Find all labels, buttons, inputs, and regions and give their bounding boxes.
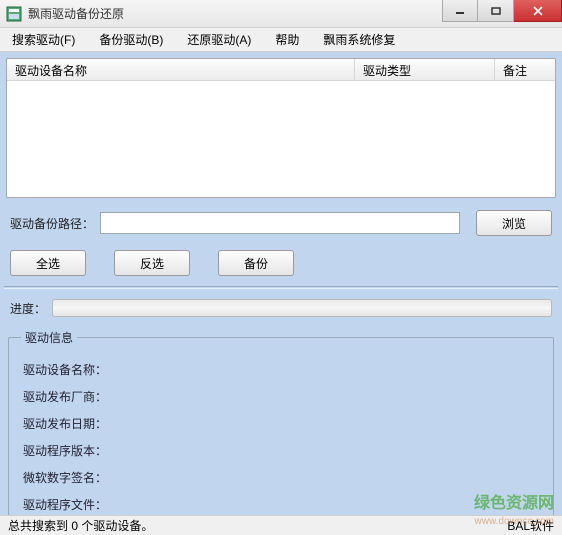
backup-button[interactable]: 备份 — [218, 250, 294, 276]
client-area: 驱动设备名称 驱动类型 备注 驱动备份路径： 浏览 全选 反选 备份 进度： 驱… — [0, 52, 562, 515]
progress-bar — [52, 299, 552, 317]
info-vendor: 驱动发布厂商： — [21, 383, 541, 410]
browse-button[interactable]: 浏览 — [476, 210, 552, 236]
close-icon — [532, 6, 544, 16]
list-body[interactable] — [7, 81, 555, 197]
progress-row: 进度： — [6, 295, 556, 327]
backup-path-input[interactable] — [100, 212, 460, 234]
separator — [4, 286, 558, 289]
menu-backup[interactable]: 备份驱动(B) — [91, 28, 171, 51]
close-button[interactable] — [514, 0, 562, 22]
col-note[interactable]: 备注 — [495, 59, 555, 80]
menu-search[interactable]: 搜索驱动(F) — [4, 28, 83, 51]
driver-info-group: 驱动信息 驱动设备名称： 驱动发布厂商： 驱动发布日期： 驱动程序版本： 微软数… — [8, 329, 554, 527]
statusbar: 总共搜索到 0 个驱动设备。 BAL软件 — [0, 515, 562, 535]
col-driver-type[interactable]: 驱动类型 — [355, 59, 495, 80]
menu-restore[interactable]: 还原驱动(A) — [179, 28, 259, 51]
backup-path-row: 驱动备份路径： 浏览 — [6, 210, 556, 236]
app-icon — [6, 6, 22, 22]
maximize-icon — [491, 7, 501, 15]
menubar: 搜索驱动(F) 备份驱动(B) 还原驱动(A) 帮助 飘雨系统修复 — [0, 28, 562, 52]
col-device-name[interactable]: 驱动设备名称 — [7, 59, 355, 80]
info-version: 驱动程序版本： — [21, 437, 541, 464]
menu-sysrepair[interactable]: 飘雨系统修复 — [315, 28, 403, 51]
info-date: 驱动发布日期： — [21, 410, 541, 437]
info-file: 驱动程序文件： — [21, 491, 541, 518]
info-signature: 微软数字签名： — [21, 464, 541, 491]
info-device-name: 驱动设备名称： — [21, 356, 541, 383]
list-header: 驱动设备名称 驱动类型 备注 — [7, 59, 555, 81]
minimize-icon — [455, 7, 465, 15]
action-buttons: 全选 反选 备份 — [10, 250, 556, 276]
window-title: 飘雨驱动备份还原 — [28, 5, 124, 22]
driver-list[interactable]: 驱动设备名称 驱动类型 备注 — [6, 58, 556, 198]
minimize-button[interactable] — [442, 0, 478, 22]
status-left: 总共搜索到 0 个驱动设备。 — [8, 517, 153, 534]
progress-label: 进度： — [10, 300, 46, 317]
menu-help[interactable]: 帮助 — [267, 28, 307, 51]
maximize-button[interactable] — [478, 0, 514, 22]
select-all-button[interactable]: 全选 — [10, 250, 86, 276]
backup-path-label: 驱动备份路径： — [10, 215, 94, 232]
driver-info-legend: 驱动信息 — [21, 329, 77, 346]
invert-select-button[interactable]: 反选 — [114, 250, 190, 276]
status-right: BAL软件 — [507, 517, 554, 534]
titlebar: 飘雨驱动备份还原 — [0, 0, 562, 28]
